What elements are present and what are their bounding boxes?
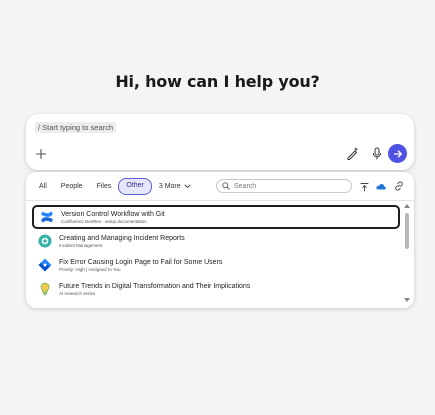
item-title: Fix Error Causing Login Page to Fail for… [59, 258, 223, 266]
results-panel: All People Files Other 3 More Search Ver… [26, 172, 414, 308]
item-title: Future Trends in Digital Transformation … [59, 282, 251, 290]
tab-other[interactable]: Other [118, 178, 152, 195]
results-list: Version Control Workflow with Git Conflu… [32, 205, 400, 301]
search-field[interactable] [216, 179, 352, 193]
list-item[interactable]: Creating and Managing Incident Reports I… [32, 229, 400, 253]
list-item[interactable]: Fix Error Causing Login Page to Fail for… [32, 253, 400, 277]
list-item[interactable]: Version Control Workflow with Git Conflu… [32, 205, 400, 229]
item-subtitle: Priority: High | Assigned to You [59, 266, 121, 272]
tab-people[interactable]: People [54, 179, 90, 194]
chevron-down-icon [184, 184, 191, 189]
item-subtitle: AI research series [59, 290, 96, 296]
lightbulb-icon [40, 282, 50, 296]
search-icon [222, 182, 230, 190]
arrow-right-icon [393, 149, 402, 158]
filter-icon[interactable] [360, 182, 369, 192]
item-title: Creating and Managing Incident Reports [59, 234, 185, 242]
prompt-input[interactable]: / Start typing to search [35, 122, 117, 133]
chat-composer[interactable]: / Start typing to search [26, 114, 414, 170]
greeting-heading: Hi, how can I help you? [115, 72, 320, 91]
tab-all[interactable]: All [32, 179, 54, 194]
item-title: Version Control Workflow with Git [61, 210, 165, 218]
tab-files[interactable]: Files [90, 179, 119, 194]
jira-icon [38, 258, 52, 272]
confluence-icon [41, 211, 53, 223]
pen-sparkle-icon[interactable] [346, 147, 359, 160]
scroll-up-arrow-icon[interactable] [404, 204, 410, 208]
divider [26, 200, 414, 201]
list-item[interactable]: Future Trends in Digital Transformation … [32, 277, 400, 301]
tab-more-dropdown[interactable]: 3 More [152, 179, 198, 194]
onedrive-icon[interactable] [376, 183, 386, 190]
search-input[interactable] [234, 182, 334, 190]
scroll-thumb[interactable] [405, 213, 409, 249]
item-subtitle: Confluence DevRes - setup documentation [61, 218, 147, 224]
incident-icon [38, 234, 52, 248]
scroll-down-arrow-icon[interactable] [404, 298, 410, 302]
microphone-icon[interactable] [371, 147, 383, 160]
item-subtitle: Incident Management [59, 242, 103, 248]
send-button[interactable] [388, 144, 407, 163]
scrollbar[interactable] [404, 204, 410, 304]
link-icon[interactable] [394, 181, 404, 191]
filter-tabs: All People Files Other 3 More [32, 178, 198, 195]
more-label: 3 More [158, 183, 181, 190]
plus-icon[interactable] [35, 148, 47, 160]
